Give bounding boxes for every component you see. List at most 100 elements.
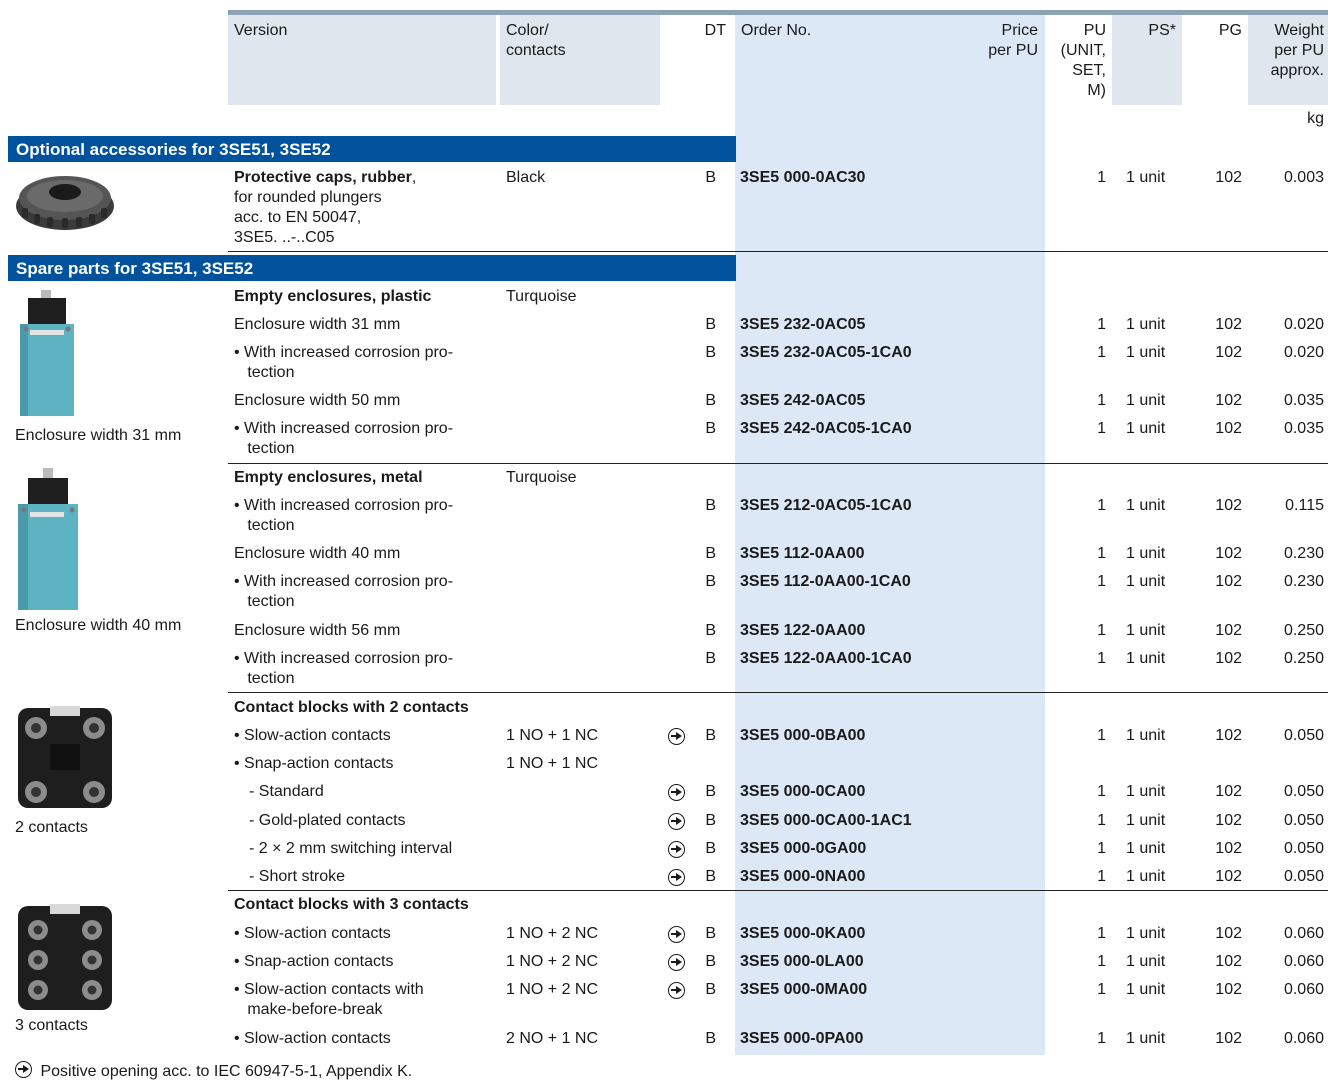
order-number: 3SE5 232-0AC05	[740, 316, 866, 333]
pg-cell: 102	[1215, 622, 1242, 639]
dt-cell: B	[705, 169, 716, 186]
pu-cell: 1	[1097, 868, 1106, 885]
ps-cell: 1 unit	[1126, 727, 1166, 744]
weight-cell: 0.115	[1285, 497, 1324, 514]
section-header-spare-parts: Spare parts for 3SE51, 3SE52	[8, 255, 736, 281]
color-cell: 1 NO + 2 NC	[506, 953, 599, 970]
pu-cell: 1	[1097, 420, 1106, 437]
table-row: Protective caps, rubber, for rounded plu…	[0, 168, 1328, 248]
order-number: 3SE5 242-0AC05-1CA0	[740, 420, 912, 437]
ps-cell: 1 unit	[1126, 316, 1166, 333]
pu-cell: 1	[1097, 953, 1106, 970]
version-cell: • Slow-action contacts	[234, 727, 391, 744]
image-caption: 2 contacts	[15, 819, 88, 836]
pu-cell: 1	[1097, 812, 1106, 829]
weight-cell: 0.050	[1283, 812, 1324, 829]
pu-cell: 1	[1097, 783, 1106, 800]
dt-cell: B	[705, 622, 716, 639]
version-cell: • Slow-action contacts	[234, 1030, 391, 1047]
image-caption: 3 contacts	[15, 1017, 88, 1034]
dt-cell: B	[705, 727, 716, 744]
order-number: 3SE5 122-0AA00	[740, 622, 866, 639]
version-cell: • Snap-action contacts	[234, 755, 394, 772]
header-price: Price per PU	[988, 22, 1038, 59]
image-caption: Enclosure width 31 mm	[15, 427, 182, 444]
pg-cell: 102	[1215, 316, 1242, 333]
pu-cell: 1	[1097, 169, 1106, 186]
ps-cell: 1 unit	[1126, 169, 1166, 186]
ps-cell: 1 unit	[1126, 868, 1166, 885]
pg-cell: 102	[1215, 545, 1242, 562]
weight-cell: 0.020	[1283, 344, 1324, 361]
pu-cell: 1	[1097, 727, 1106, 744]
weight-cell: 0.230	[1283, 573, 1324, 590]
pg-cell: 102	[1215, 497, 1242, 514]
pu-cell: 1	[1097, 392, 1106, 409]
row-separator	[228, 251, 1328, 252]
header-dt: DT	[704, 22, 726, 39]
positive-opening-arrow-icon	[668, 811, 688, 834]
version-cell: Enclosure width 40 mm	[234, 545, 401, 562]
row-separator	[228, 463, 1328, 464]
dt-cell: B	[705, 1030, 716, 1047]
pu-cell: 1	[1097, 316, 1106, 333]
weight-cell: 0.250	[1283, 622, 1324, 639]
version-cell: Empty enclosures, metal	[234, 469, 423, 486]
positive-opening-arrow-icon	[668, 782, 688, 805]
version-cell: Enclosure width 31 mm	[234, 316, 401, 333]
header-pu: PU (UNIT, SET, M)	[1060, 22, 1106, 99]
ps-cell: 1 unit	[1126, 953, 1166, 970]
order-number: 3SE5 242-0AC05	[740, 392, 866, 409]
version-cell: • Snap-action contacts	[234, 953, 394, 970]
order-number: 3SE5 232-0AC05-1CA0	[740, 344, 912, 361]
row-separator	[228, 890, 1328, 891]
header-order-no: Order No.	[741, 22, 812, 39]
version-cell: • With increased corrosion pro- tection	[234, 573, 454, 610]
pg-cell: 102	[1215, 812, 1242, 829]
color-cell: 1 NO + 2 NC	[506, 981, 599, 998]
ps-cell: 1 unit	[1126, 840, 1166, 857]
pg-cell: 102	[1215, 1030, 1242, 1047]
weight-cell: 0.050	[1283, 840, 1324, 857]
dt-cell: B	[705, 650, 716, 667]
dt-cell: B	[705, 981, 716, 998]
header-weight: Weight per PU approx.	[1270, 22, 1324, 79]
pg-cell: 102	[1215, 840, 1242, 857]
color-cell: Turquoise	[506, 469, 577, 486]
weight-cell: 0.060	[1283, 1030, 1324, 1047]
dt-cell: B	[705, 868, 716, 885]
order-number: 3SE5 112-0AA00-1CA0	[740, 573, 911, 590]
dt-cell: B	[705, 840, 716, 857]
pg-cell: 102	[1215, 925, 1242, 942]
order-number: 3SE5 000-0AC30	[740, 169, 866, 186]
ps-cell: 1 unit	[1126, 812, 1166, 829]
dt-cell: B	[705, 573, 716, 590]
pg-cell: 102	[1215, 169, 1242, 186]
pu-cell: 1	[1097, 840, 1106, 857]
pg-cell: 102	[1215, 783, 1242, 800]
ps-cell: 1 unit	[1126, 392, 1166, 409]
header-pg: PG	[1218, 22, 1242, 39]
positive-opening-arrow-icon	[668, 726, 688, 749]
version-cell: Empty enclosures, plastic	[234, 288, 432, 305]
header-color-contacts: Color/ contacts	[506, 22, 566, 59]
color-cell: 1 NO + 1 NC	[506, 727, 599, 744]
section-header-optional-accessories: Optional accessories for 3SE51, 3SE52	[8, 136, 736, 162]
pu-cell: 1	[1097, 573, 1106, 590]
dt-cell: B	[705, 783, 716, 800]
header-ps: PS*	[1148, 22, 1176, 39]
order-number: 3SE5 000-0GA00	[740, 840, 867, 857]
version-cell: • Slow-action contacts	[234, 925, 391, 942]
pg-cell: 102	[1215, 868, 1242, 885]
pu-cell: 1	[1097, 925, 1106, 942]
color-cell: 2 NO + 1 NC	[506, 1030, 599, 1047]
order-number: 3SE5 000-0LA00	[740, 953, 864, 970]
pg-cell: 102	[1215, 420, 1242, 437]
pg-cell: 102	[1215, 650, 1242, 667]
dt-cell: B	[705, 925, 716, 942]
pu-cell: 1	[1097, 650, 1106, 667]
footnote-text: Positive opening acc. to IEC 60947-5-1, …	[40, 1063, 413, 1080]
weight-cell: 0.050	[1283, 783, 1324, 800]
positive-opening-arrow-icon	[668, 980, 688, 1003]
footnote: Positive opening acc. to IEC 60947-5-1, …	[15, 1059, 412, 1082]
